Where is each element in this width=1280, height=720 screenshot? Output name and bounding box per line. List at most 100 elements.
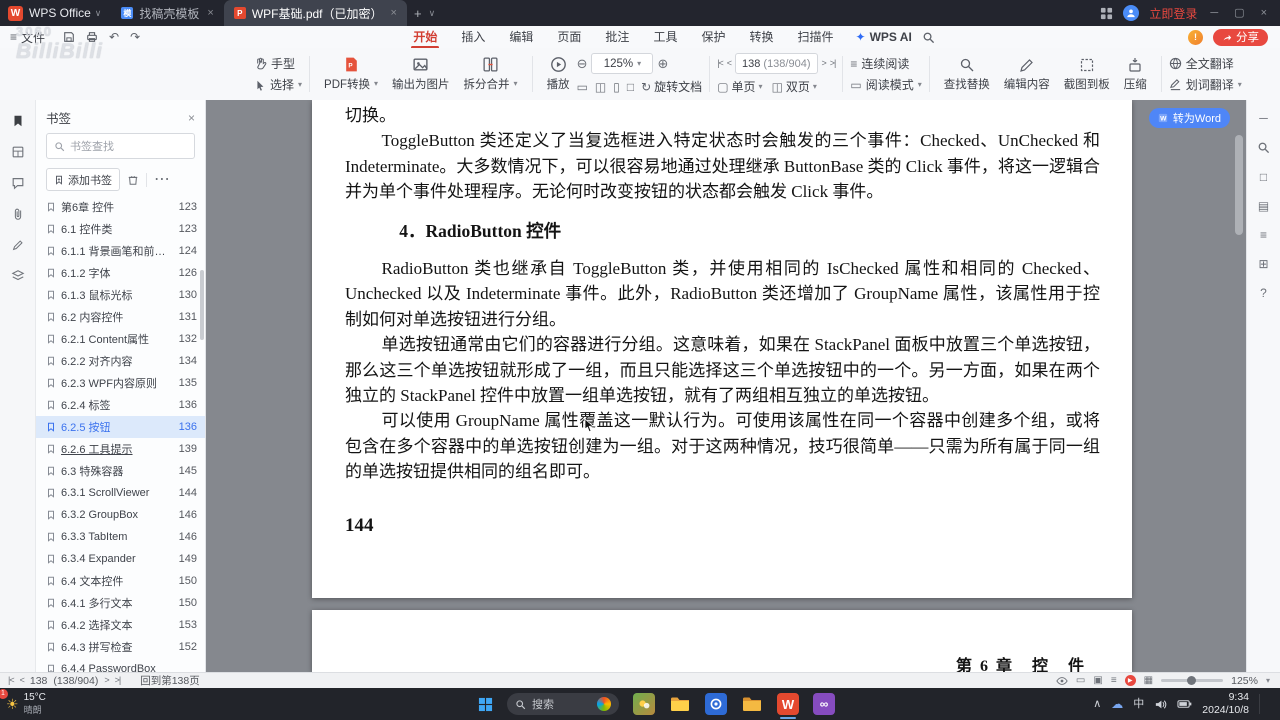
export-image-button[interactable]: 输出为图片	[385, 56, 457, 92]
tab-list-button[interactable]: ∨	[429, 8, 436, 18]
app-name[interactable]: WPS Office	[29, 6, 91, 20]
login-button[interactable]: 立即登录	[1149, 5, 1197, 22]
tab-pdf-doc[interactable]: P WPF基础.pdf（已加密） ×	[223, 0, 407, 26]
single-page-view-icon[interactable]: ▣	[1093, 675, 1102, 686]
minimize-button[interactable]: ─	[1207, 7, 1221, 19]
maximize-button[interactable]: ▢	[1231, 7, 1247, 19]
bookmark-item[interactable]: 6.1 控件类 123	[36, 218, 205, 240]
print-icon[interactable]	[86, 31, 98, 43]
menu-tab-3[interactable]: 页面	[545, 27, 593, 48]
bookmark-item[interactable]: 6.2 内容控件 131	[36, 306, 205, 328]
thumbnail-view-icon[interactable]: □	[1260, 171, 1267, 183]
bookmark-item[interactable]: 6.3.1 ScrollViewer 144	[36, 482, 205, 504]
next-page-button[interactable]: >	[104, 676, 109, 685]
close-sidebar-icon[interactable]: ×	[188, 112, 195, 124]
grid-view-icon[interactable]: ▦	[1144, 675, 1153, 686]
thumbnails-panel-icon[interactable]	[11, 145, 25, 159]
single-page-button[interactable]: ▢ 单页 ▾	[717, 78, 762, 95]
more-options-icon[interactable]: ⋯	[154, 171, 170, 188]
chevron-down-icon[interactable]: ∨	[95, 8, 102, 18]
bookmark-item[interactable]: 6.2.1 Content属性 132	[36, 328, 205, 350]
page-number-input[interactable]: 138 (138/904)	[735, 53, 818, 74]
wps-logo-icon[interactable]: W	[8, 5, 23, 21]
menu-tab-6[interactable]: 保护	[689, 27, 737, 48]
annotate-panel-icon[interactable]	[11, 238, 25, 252]
bookmark-item[interactable]: 6.2.5 按钮 136	[36, 416, 205, 438]
bookmark-item[interactable]: 6.3.2 GroupBox 146	[36, 504, 205, 526]
menu-tab-0[interactable]: 开始	[401, 27, 449, 49]
bookmark-item[interactable]: 6.3.3 TabItem 146	[36, 526, 205, 548]
status-zoom-value[interactable]: 125%	[1231, 675, 1258, 687]
find-replace-button[interactable]: 查找替换	[937, 57, 997, 92]
taskbar-app-blue-icon[interactable]	[705, 693, 727, 715]
zoom-level-select[interactable]: 125% ▾	[591, 53, 654, 74]
bookmark-item[interactable]: 6.2.3 WPF内容原则 135	[36, 372, 205, 394]
weather-widget[interactable]: 1 ☀ 15°C 晴朗	[0, 688, 46, 717]
avatar-icon[interactable]	[1123, 5, 1140, 21]
search-highlights-icon[interactable]	[597, 697, 611, 711]
menu-tab-8[interactable]: 扫描件	[785, 27, 845, 48]
help-icon[interactable]: ?	[1260, 287, 1267, 299]
wps-ai-button[interactable]: ✦ WPS AI	[856, 30, 912, 44]
list-view-icon[interactable]: ≡	[1260, 229, 1267, 241]
bookmark-item[interactable]: 6.1.3 鼠标光标 130	[36, 284, 205, 306]
menu-tab-1[interactable]: 插入	[449, 27, 497, 48]
share-button[interactable]: 分享	[1213, 28, 1268, 46]
layout-view-icon[interactable]: ▤	[1258, 200, 1269, 212]
taskbar-app-1-icon[interactable]	[633, 693, 655, 715]
wps-taskbar-icon[interactable]: W	[777, 693, 799, 719]
preview-eye-icon[interactable]	[1056, 676, 1068, 686]
bookmark-item[interactable]: 6.2.2 对齐内容 134	[36, 350, 205, 372]
tray-expand-icon[interactable]: ∧	[1093, 698, 1101, 710]
full-translate-button[interactable]: 全文翻译	[1169, 55, 1242, 72]
ime-indicator[interactable]: 中	[1133, 698, 1144, 710]
new-tab-button[interactable]: +	[407, 7, 429, 20]
apps-grid-icon[interactable]	[1100, 7, 1113, 20]
menu-tab-2[interactable]: 编辑	[497, 27, 545, 48]
bookmarks-panel-icon[interactable]	[11, 114, 25, 128]
menu-tab-7[interactable]: 转换	[737, 27, 785, 48]
comments-panel-icon[interactable]	[11, 176, 25, 190]
show-desktop-button[interactable]	[1270, 688, 1274, 720]
play-button[interactable]: 播放	[540, 56, 577, 92]
clock[interactable]: 9:34 2024/10/8	[1202, 691, 1249, 716]
fit-height-icon[interactable]: ▯	[613, 81, 620, 93]
redo-icon[interactable]: ↷	[130, 31, 140, 43]
menu-tab-5[interactable]: 工具	[641, 27, 689, 48]
file-explorer-icon[interactable]	[669, 693, 691, 715]
prev-page-button[interactable]: <	[20, 676, 25, 685]
zoom-in-icon[interactable]: ⊕	[657, 57, 668, 70]
collapse-panel-icon[interactable]: ─	[1259, 112, 1268, 124]
bookmark-item[interactable]: 6.4.2 选择文本 153	[36, 614, 205, 636]
folder-shortcut-icon[interactable]	[741, 693, 763, 715]
menu-tab-4[interactable]: 批注	[593, 27, 641, 48]
close-tab-icon[interactable]: ×	[391, 7, 397, 19]
taskbar-search-input[interactable]: 搜索	[507, 693, 619, 715]
bookmark-item[interactable]: 6.4.1 多行文本 150	[36, 592, 205, 614]
onedrive-cloud-icon[interactable]: ☁	[1111, 698, 1123, 710]
bookmark-search-input[interactable]: 书签查找	[46, 133, 195, 159]
bookmark-item[interactable]: 6.2.6 工具提示 139	[36, 438, 205, 460]
fit-width-icon[interactable]: ▭	[1076, 675, 1085, 686]
bookmark-item[interactable]: 第6章 控件 123	[36, 196, 205, 218]
next-page-button[interactable]: >	[822, 59, 827, 68]
caret-down-icon[interactable]: ▾	[1266, 676, 1270, 685]
play-mode-icon[interactable]: ▶	[1124, 675, 1136, 686]
read-mode-button[interactable]: ▭ 阅读模式 ▾	[850, 76, 921, 93]
save-icon[interactable]	[63, 31, 75, 43]
prev-page-button[interactable]: <	[727, 59, 732, 68]
bookmark-item[interactable]: 6.2.4 标签 136	[36, 394, 205, 416]
split-merge-button[interactable]: 拆分合并 ▾	[457, 56, 525, 92]
add-bookmark-button[interactable]: 添加书签	[46, 168, 120, 191]
fit-page-icon[interactable]: ◫	[595, 81, 606, 93]
first-page-button[interactable]: |<	[8, 676, 15, 685]
battery-icon[interactable]	[1177, 699, 1192, 709]
screenshot-button[interactable]: 截图到板	[1057, 57, 1117, 92]
zoom-slider[interactable]	[1161, 676, 1224, 685]
layers-panel-icon[interactable]	[11, 269, 25, 283]
grid-view-icon[interactable]: ⊞	[1258, 258, 1268, 270]
fit-width-icon[interactable]: ▭	[577, 81, 588, 93]
bookmark-item[interactable]: 6.4.3 拼写检查 152	[36, 636, 205, 658]
last-page-button[interactable]: >|	[115, 676, 122, 685]
double-page-button[interactable]: ◫ 双页 ▾	[772, 78, 817, 95]
